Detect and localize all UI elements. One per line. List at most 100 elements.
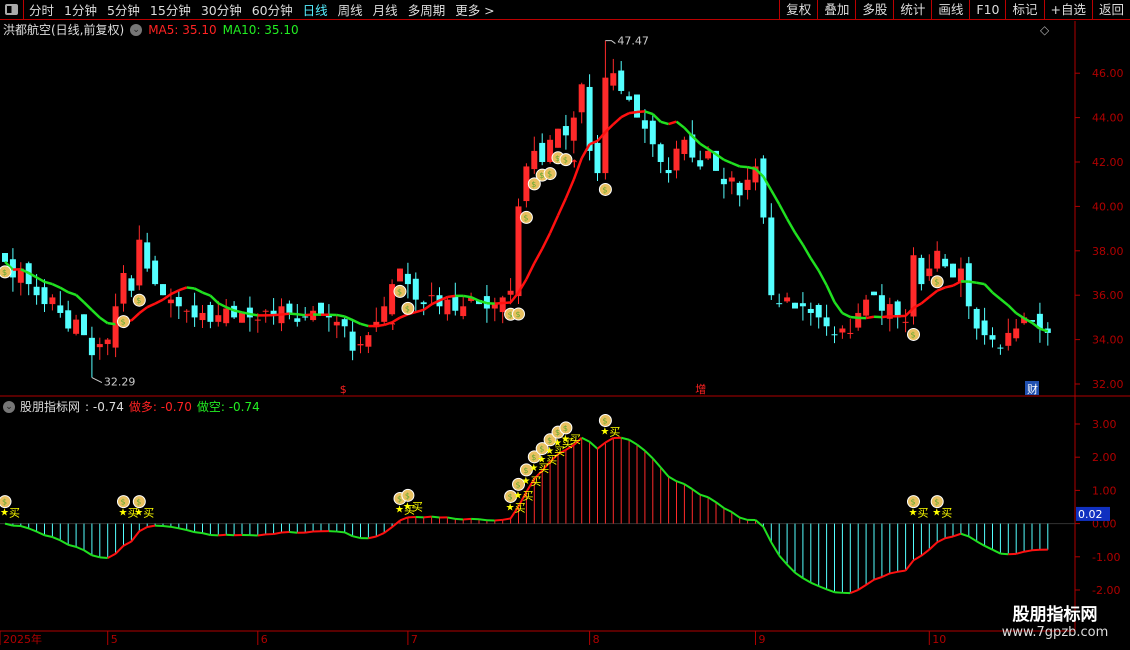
ma-line-segment [217,302,227,309]
watermark-title: 股朋指标网 [1012,605,1098,625]
indicator-line-segment [99,556,108,559]
ma-line-segment [399,313,409,319]
ma-line-segment [841,312,851,319]
indicator-line-segment [849,588,859,595]
candle-body [831,334,838,336]
money-bag-symbol: $ [523,213,528,222]
candle-body [191,305,198,318]
indicator-line-segment [810,581,820,588]
indicator-line-segment [952,532,962,538]
ma-line-segment [59,286,69,294]
indicator-line-segment [794,571,804,579]
indicator-line-segment [1000,552,1009,556]
ma-line-segment [67,291,77,297]
candle-body [341,319,348,327]
candle-body [720,178,727,185]
candle-body [73,319,80,334]
candle-body [531,150,538,170]
candle-body [847,332,854,334]
indicator-line-segment [83,549,93,557]
candle-body [136,239,143,286]
candle-body [989,335,996,340]
candle-body [96,344,103,348]
candle-body [254,319,261,321]
ma-line-segment [952,280,962,287]
indicator-line-segment [992,548,1001,555]
candle-body [673,148,680,171]
candle-body [104,339,111,345]
buy-star-icon: ★ [600,427,609,438]
indicator-line-segment [889,570,898,575]
money-bag-symbol: $ [934,278,939,287]
indicator-line-segment [659,466,670,478]
money-bag-symbol: $ [555,154,560,163]
ma-line-segment [336,313,345,318]
indicator-line-segment [739,516,748,521]
indicator-line-segment [463,517,472,521]
indicator-line-segment [620,436,630,441]
ma-line-segment [170,289,180,296]
ma-line-segment [699,142,709,150]
candle-body [934,250,941,269]
indicator-line-segment [368,535,377,540]
buy-star-icon: ★ [521,476,530,487]
ma-line-segment [462,294,472,299]
candle-body [768,217,775,296]
indicator-line-segment [912,554,922,562]
kline-chart[interactable]: ◇ 46.00 44.00 42.00 40.00 38.00 36.00 34.00 32.0… [0,0,1130,650]
candle-body [594,142,601,174]
indicator-line-segment [226,533,235,537]
indicator-line-segment [976,540,986,547]
indicator-line-segment [604,437,614,444]
money-bag-symbol: $ [602,185,607,194]
ma-line-segment [289,312,298,316]
indicator-tick-label: 3.00 [1092,418,1117,431]
date-label: 6 [261,633,268,646]
candle-body [88,337,95,356]
date-label: 8 [593,633,600,646]
price-tick-label: 40.00 [1092,200,1124,213]
indicator-line-segment [147,524,156,528]
money-bag-symbol: $ [121,498,126,507]
indicator-line-segment [202,532,211,536]
ma-line-segment [731,161,741,168]
indicator-line-segment [162,524,172,528]
candle-body [507,290,514,295]
indicator-line-segment [130,530,141,543]
candle-body [302,316,309,318]
ma-line-segment [999,298,1010,307]
ma-line-segment [186,286,195,290]
candle-body [452,296,459,311]
candle-body [144,242,151,269]
indicator-line-segment [59,539,69,546]
indicator-line-segment [770,541,781,557]
indicator-line-segment [786,563,796,574]
candle-body [902,321,909,323]
candle-body [981,320,988,336]
buy-label: 买 [941,507,952,520]
indicator-line-segment [383,526,393,534]
indicator-line-segment [652,457,662,469]
candle-body [965,263,972,307]
buy-label: 买 [530,475,541,488]
indicator-line-segment [944,535,954,540]
price-tick-label: 46.00 [1092,67,1124,80]
ma-line-segment [51,282,61,289]
candle-body [942,258,949,267]
money-bag-symbol: $ [136,498,141,507]
indicator-line-segment [91,554,101,559]
buy-label: 买 [9,507,20,520]
money-bag-symbol: $ [555,428,560,437]
ma-line-segment [817,269,828,286]
buy-star-icon: ★ [403,501,412,512]
indicator-line-segment [778,554,788,566]
indicator-line-segment [928,541,938,551]
candle-body [878,295,885,311]
ma-line-segment [233,309,243,314]
money-bag-symbol: $ [539,445,544,454]
ma-line-segment [281,312,290,316]
ma-line-segment [644,110,654,116]
candle-body [239,312,245,323]
candle-body [160,284,166,296]
money-bag-symbol: $ [2,498,7,507]
